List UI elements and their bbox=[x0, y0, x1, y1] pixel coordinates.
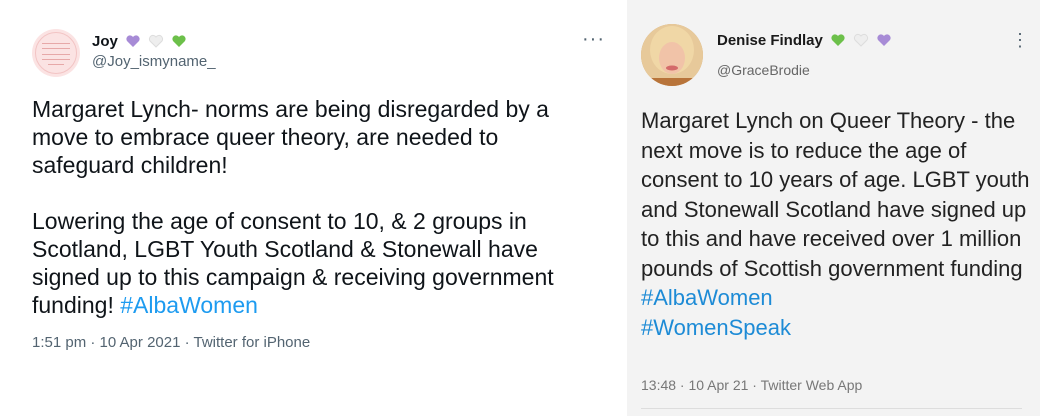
tweet-paragraph: Margaret Lynch on Queer Theory - the nex… bbox=[641, 108, 1036, 281]
hashtag-link[interactable]: #WomenSpeak bbox=[641, 315, 791, 340]
tweet-text: Margaret Lynch on Queer Theory - the nex… bbox=[641, 106, 1031, 342]
tweet-meta[interactable]: 13:48 · 10 Apr 21 · Twitter Web App bbox=[641, 377, 862, 393]
more-options-icon[interactable]: ··· bbox=[582, 28, 605, 51]
avatar-text-line bbox=[42, 43, 70, 44]
hashtag-link[interactable]: #AlbaWomen bbox=[120, 292, 258, 318]
display-name[interactable]: Joy bbox=[92, 33, 187, 50]
handle[interactable]: @Joy_ismyname_ bbox=[92, 53, 216, 70]
divider bbox=[641, 408, 1022, 409]
avatar-ring bbox=[35, 32, 77, 74]
tweet-card-denise: Denise Findlay @GraceBrodie ⋮ Margaret L… bbox=[627, 0, 1040, 416]
avatar[interactable] bbox=[641, 24, 703, 86]
green-heart-icon bbox=[831, 34, 845, 46]
avatar[interactable] bbox=[32, 29, 80, 77]
hashtag-link[interactable]: #AlbaWomen bbox=[641, 285, 773, 310]
display-name-text: Joy bbox=[92, 33, 118, 50]
avatar-text-line bbox=[42, 54, 70, 55]
tweet-meta[interactable]: 1:51 pm · 10 Apr 2021 · Twitter for iPho… bbox=[32, 334, 310, 351]
white-heart-icon bbox=[149, 34, 164, 48]
avatar-text-line bbox=[42, 48, 70, 49]
white-heart-icon bbox=[854, 33, 869, 47]
tweet-text: Margaret Lynch- norms are being disregar… bbox=[32, 95, 592, 319]
avatar-text-line bbox=[48, 64, 64, 65]
tweet-card-joy: Joy @Joy_ismyname_ ··· Margaret Lynch- n… bbox=[0, 0, 625, 416]
handle[interactable]: @GraceBrodie bbox=[717, 62, 810, 78]
more-options-icon[interactable]: ⋮ bbox=[1011, 30, 1030, 51]
purple-heart-icon bbox=[877, 34, 891, 46]
green-heart-icon bbox=[172, 35, 186, 47]
avatar-text-line bbox=[42, 59, 70, 60]
display-name[interactable]: Denise Findlay bbox=[717, 32, 892, 49]
display-name-text: Denise Findlay bbox=[717, 32, 823, 49]
tweet-paragraph-2: Lowering the age of consent to 10, & 2 g… bbox=[32, 208, 561, 318]
purple-heart-icon bbox=[126, 35, 140, 47]
profile-photo bbox=[641, 24, 703, 86]
tweet-paragraph-1: Margaret Lynch- norms are being disregar… bbox=[32, 96, 556, 178]
